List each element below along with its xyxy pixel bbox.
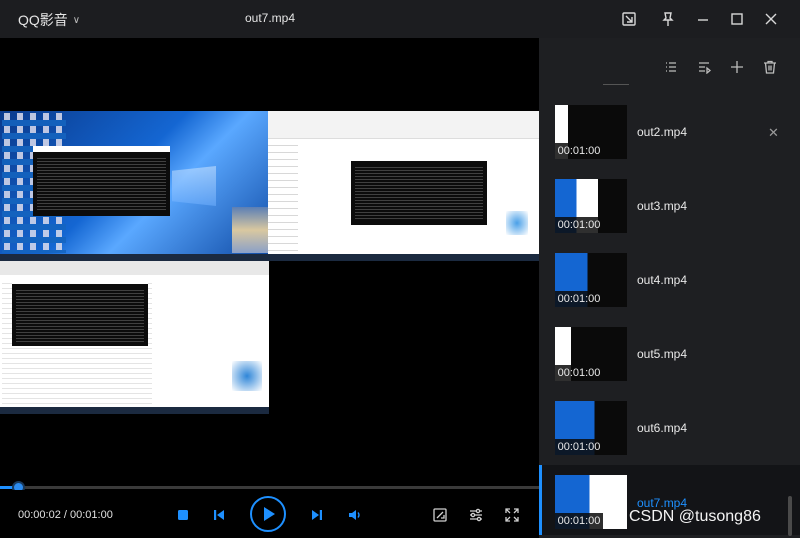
previous-button[interactable] [209, 506, 229, 524]
windows-logo [172, 166, 216, 206]
watermark: CSDN @tusong86 [629, 508, 761, 525]
window-title: out7.mp4 [244, 11, 296, 25]
playlist-item-name: out2.mp4 [637, 125, 688, 139]
time-total: 00:01:00 [70, 509, 113, 521]
video-thumbnail: 00:01:00 [555, 105, 627, 159]
duration-badge: 00:01:00 [555, 217, 603, 233]
screenshot-tool-button[interactable] [430, 505, 450, 525]
maximize-icon[interactable] [724, 7, 750, 31]
playlist-view-icon[interactable] [660, 56, 682, 78]
game-poster [232, 207, 268, 253]
divider [603, 84, 629, 85]
skip-previous-icon [214, 510, 224, 520]
progress-bar[interactable] [0, 481, 539, 494]
pin-icon[interactable] [654, 7, 680, 31]
next-button[interactable] [307, 506, 327, 524]
volume-button[interactable] [345, 505, 365, 525]
video-thumbnail: 00:01:00 [555, 179, 627, 233]
add-icon[interactable] [726, 56, 748, 78]
control-bar: 00:00:02 / 00:01:00 [0, 490, 539, 538]
time-separator: / [60, 509, 70, 521]
volume-icon [349, 510, 360, 520]
playlist-item-name: out6.mp4 [637, 421, 688, 435]
play-button[interactable] [249, 495, 287, 533]
duration-badge: 00:01:00 [555, 513, 603, 529]
video-thumbnail: 00:01:00 [555, 401, 627, 455]
time-current: 00:00:02 [18, 509, 61, 521]
fullscreen-button[interactable] [502, 505, 522, 525]
video-thumbnail: 00:01:00 [555, 475, 627, 529]
playlist-scrollbar[interactable] [788, 496, 792, 536]
duration-badge: 00:01:00 [555, 365, 603, 381]
close-icon[interactable] [758, 7, 784, 31]
fullscreen-icon [505, 508, 519, 522]
console-window [33, 146, 170, 216]
playlist-item-name: out4.mp4 [637, 273, 688, 287]
console-window [12, 278, 148, 346]
minimize-icon[interactable] [690, 7, 716, 31]
playlist-item-name: out3.mp4 [637, 199, 688, 213]
playlist-item[interactable]: 00:01:00 out6.mp4 [539, 401, 800, 475]
video-frame-explorer [268, 111, 539, 261]
trash-icon[interactable] [759, 56, 781, 78]
remove-item-icon[interactable]: ✕ [768, 125, 779, 141]
settings-button[interactable] [466, 505, 486, 525]
duration-badge: 00:01:00 [555, 143, 603, 159]
video-area[interactable] [0, 38, 539, 480]
tool-box-icon [433, 508, 447, 522]
playlist-item-name: out5.mp4 [637, 347, 688, 361]
screenshot-icon[interactable] [616, 7, 642, 31]
console-window [351, 155, 487, 225]
video-frame-desktop [0, 111, 268, 261]
title-bar: QQ影音 ∨ out7.mp4 [0, 0, 800, 38]
sliders-icon [470, 508, 482, 522]
skip-next-icon [312, 510, 322, 520]
playlist-item[interactable]: 00:01:00 out3.mp4 [539, 179, 800, 253]
playlist-item[interactable]: 00:01:00 out4.mp4 [539, 253, 800, 327]
playlist-item[interactable]: 00:01:00 out5.mp4 [539, 327, 800, 401]
stop-button[interactable] [174, 506, 192, 524]
playlist-panel: 00:01:00 out2.mp4 ✕ 00:01:00 out3.mp4 00:01:0… [539, 38, 800, 538]
video-frame-editor [0, 261, 269, 414]
playlist-item[interactable]: 00:01:00 out2.mp4 ✕ [539, 105, 800, 179]
stop-icon [178, 510, 188, 520]
duration-badge: 00:01:00 [555, 291, 603, 307]
video-thumbnail: 00:01:00 [555, 253, 627, 307]
play-icon [250, 496, 286, 532]
duration-badge: 00:01:00 [555, 439, 603, 455]
player-window: QQ影音 ∨ out7.mp4 00:00:02 / 00:01:00 00:0… [0, 0, 800, 538]
play-mode-icon[interactable] [693, 56, 715, 78]
video-thumbnail: 00:01:00 [555, 327, 627, 381]
time-display: 00:00:02 / 00:01:00 [18, 509, 113, 521]
